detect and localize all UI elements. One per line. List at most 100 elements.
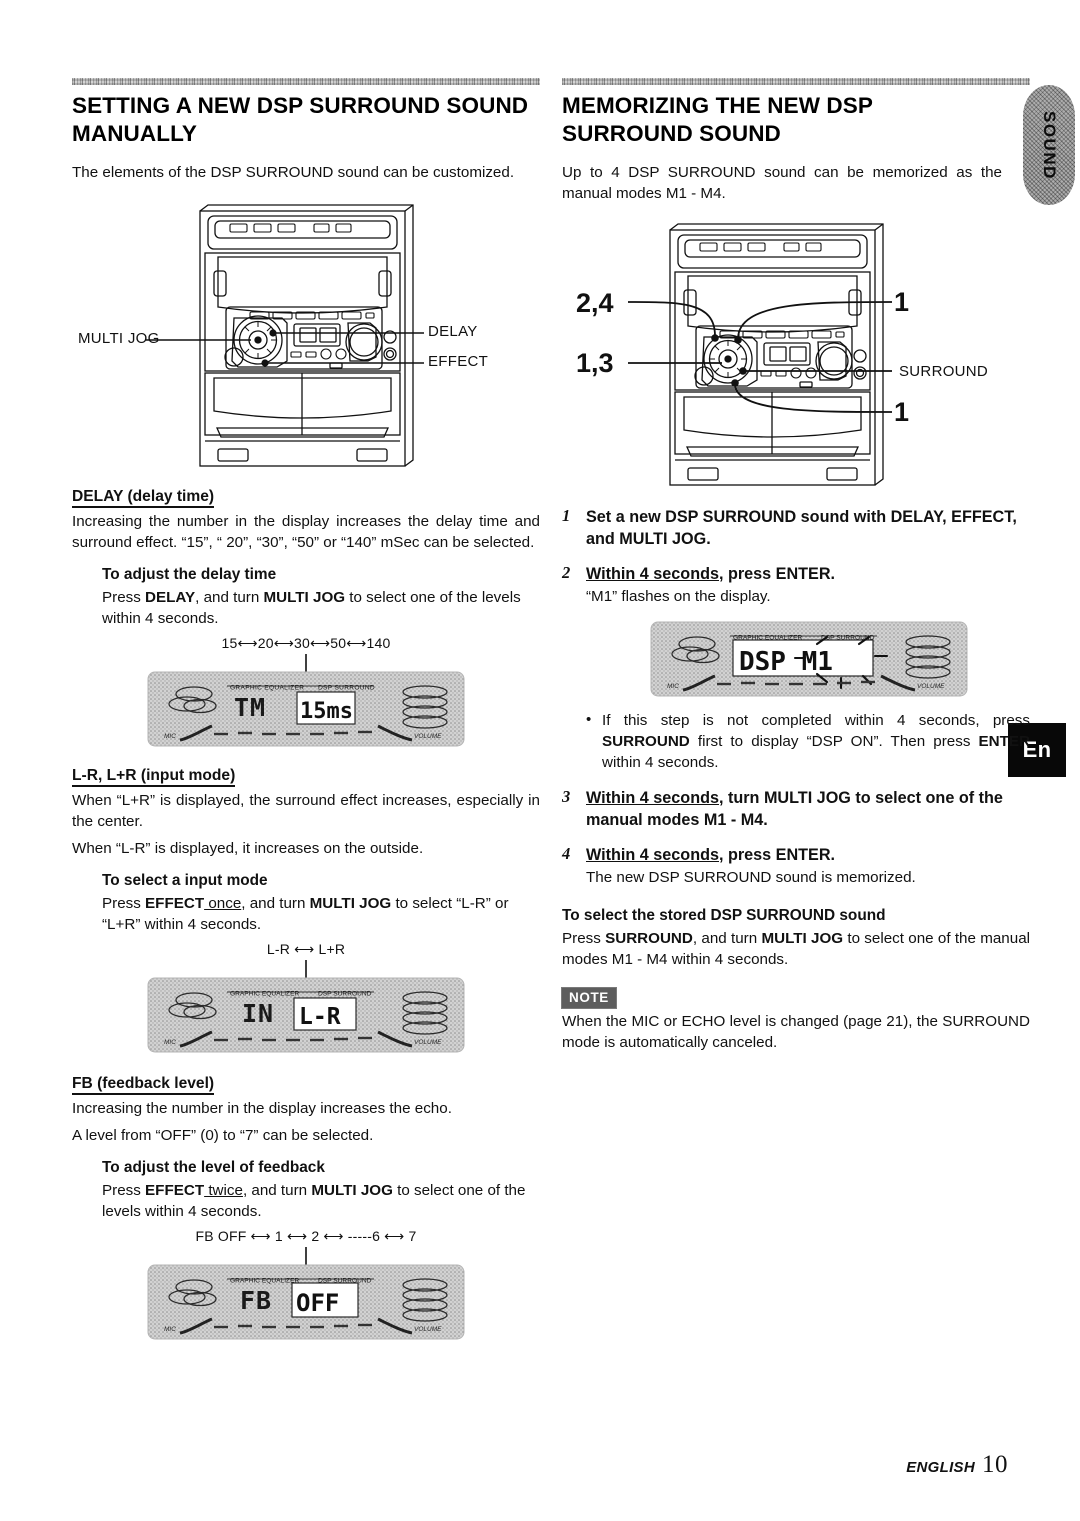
footer-language-label: ENGLISH: [906, 1459, 975, 1476]
t: first to display “DSP ON”. Then press: [689, 733, 979, 750]
t: EFFECT: [145, 895, 205, 912]
svg-text:MIC: MIC: [164, 733, 176, 740]
lcd-display-input-mode: GRAPHIC EQUALIZER DSP SURROUND IN L-R MI…: [147, 960, 465, 1053]
t: Within 4 seconds: [586, 565, 719, 583]
t: Press: [102, 1182, 146, 1199]
callout-multi-jog: MULTI JOG: [78, 330, 160, 347]
t: MULTI JOG: [311, 1182, 393, 1199]
delay-howto: To adjust the delay time Press DELAY, an…: [102, 565, 540, 629]
lcd-display-feedback: GRAPHIC EQUALIZER DSP SURROUND FB OFF MI…: [147, 1247, 465, 1340]
svg-text:GRAPHIC EQUALIZER: GRAPHIC EQUALIZER: [230, 991, 299, 998]
section-rule: [562, 78, 1030, 85]
input-mode-body-2: When “L-R” is displayed, it increases on…: [72, 840, 424, 857]
t: ENTER: [978, 733, 1030, 750]
svg-text:MIC: MIC: [164, 1326, 176, 1333]
callout-effect: EFFECT: [428, 353, 489, 370]
delay-body: Increasing the number in the display inc…: [72, 513, 540, 551]
svg-text:VOLUME: VOLUME: [414, 1326, 442, 1333]
t: Within 4 seconds: [586, 789, 719, 807]
callout-delay: DELAY: [428, 323, 478, 340]
svg-text:15ms: 15ms: [300, 699, 353, 724]
svg-text:MIC: MIC: [164, 1039, 176, 1046]
lcd-figure-input-mode: L-R ⟷ L+R GRAPHIC EQUALIZER DSP SURROUND…: [72, 941, 540, 1056]
note-badge: NOTE: [562, 988, 616, 1008]
step-1-number: 1: [562, 506, 571, 525]
stereo-diagram-left: MULTI JOG DELAY EFFECT: [72, 197, 540, 487]
manual-page: SOUND En SETTING A NEW DSP SURROUND SOUN…: [0, 0, 1080, 1521]
t: Within 4 seconds: [586, 846, 719, 864]
delay-section: DELAY (delay time): [72, 487, 540, 509]
section-tab-label: SOUND: [1040, 110, 1059, 180]
input-mode-sequence-label: L-R ⟷ L+R: [266, 941, 346, 957]
stereo-unit-illustration: [627, 223, 893, 486]
page-title-right: MEMORIZING THE NEW DSP SURROUND SOUND: [562, 93, 873, 146]
lcd-figure-feedback: FB OFF ⟷ 1 ⟷ 2 ⟷ -----6 ⟷ 7 GRAPHIC EQUA…: [72, 1228, 540, 1343]
callout-surround: SURROUND: [899, 363, 989, 380]
svg-text:TM: TM: [234, 693, 266, 722]
callout-step-2-4: 2,4: [576, 288, 614, 318]
step-2-number: 2: [562, 563, 571, 582]
svg-text:DSP M1: DSP M1: [739, 647, 833, 677]
t: within 4 seconds.: [602, 754, 719, 771]
t: If this step is not completed within 4 s…: [602, 712, 1030, 729]
lcd-display-delay: GRAPHIC EQUALIZER DSP SURROUND TM 15ms M…: [147, 654, 465, 747]
section-rule: [72, 78, 540, 85]
t: MULTI JOG: [263, 589, 346, 606]
delay-howto-body: Press DELAY, and turn MULTI JOG to selec…: [102, 587, 540, 629]
svg-text:GRAPHIC EQUALIZER: GRAPHIC EQUALIZER: [230, 685, 304, 692]
step-3-number: 3: [562, 787, 571, 806]
svg-text:DSP SURROUND: DSP SURROUND: [318, 685, 375, 692]
svg-text:VOLUME: VOLUME: [414, 1039, 442, 1046]
input-mode-howto-body: Press EFFECT once, and turn MULTI JOG to…: [102, 893, 540, 935]
t: twice: [204, 1182, 243, 1199]
step-4-number: 4: [562, 844, 571, 863]
input-mode-section: L-R, L+R (input mode): [72, 766, 540, 788]
step-2-sub: “M1” flashes on the display.: [586, 588, 771, 605]
step-4-text: Within 4 seconds, press ENTER.: [586, 844, 1030, 866]
svg-text:IN: IN: [242, 999, 274, 1028]
t: Press: [102, 895, 146, 912]
delay-heading: DELAY (delay time): [72, 487, 215, 508]
step-2-text: Within 4 seconds, press ENTER.: [586, 563, 1030, 585]
t: Press: [102, 589, 146, 606]
feedback-howto-body: Press EFFECT twice, and turn MULTI JOG t…: [102, 1180, 540, 1222]
input-mode-heading: L-R, L+R (input mode): [72, 766, 236, 787]
feedback-howto-title: To adjust the level of feedback: [102, 1159, 325, 1176]
callout-step-1-top: 1: [894, 287, 910, 317]
callout-step-1-bottom: 1: [894, 397, 910, 427]
step-4: 4 Within 4 seconds, press ENTER. The new…: [562, 844, 1030, 888]
t: DELAY: [145, 589, 196, 606]
t: , press ENTER.: [718, 846, 836, 864]
feedback-body-2: A level from “OFF” (0) to “7” can be sel…: [72, 1127, 374, 1144]
svg-text:OFF: OFF: [296, 1289, 339, 1317]
left-column: SETTING A NEW DSP SURROUND SOUND MANUALL…: [72, 78, 540, 1347]
input-mode-howto-title: To select a input mode: [102, 872, 268, 889]
input-mode-body-1: When “L+R” is displayed, the surround ef…: [72, 792, 540, 830]
lcd-display-dsp-m1: GRAPHIC EQUALIZER DSP SURROUND DSP M1 MI…: [650, 621, 968, 697]
svg-text:VOLUME: VOLUME: [917, 683, 945, 690]
right-intro-text: Up to 4 DSP SURROUND sound can be memori…: [562, 164, 1002, 202]
t: , and turn: [242, 1182, 312, 1199]
page-title-left: SETTING A NEW DSP SURROUND SOUND MANUALL…: [72, 93, 529, 146]
lcd-figure-step2: GRAPHIC EQUALIZER DSP SURROUND DSP M1 MI…: [588, 620, 1030, 700]
lcd-figure-delay: 15⟷20⟷30⟷50⟷140 GRAPHIC EQUALIZER DSP SU…: [72, 635, 540, 750]
step-3-text: Within 4 seconds, turn MULTI JOG to sele…: [586, 787, 1030, 831]
feedback-heading: FB (feedback level): [72, 1074, 215, 1095]
section-tab-sound: SOUND: [1023, 85, 1075, 205]
step-3: 3 Within 4 seconds, turn MULTI JOG to se…: [562, 787, 1030, 831]
callout-step-1-3: 1,3: [576, 348, 614, 378]
step-2-note-bullet: If this step is not completed within 4 s…: [580, 709, 1030, 773]
feedback-body-1: Increasing the number in the display inc…: [72, 1100, 452, 1117]
feedback-section: FB (feedback level): [72, 1074, 540, 1096]
delay-howto-title: To adjust the delay time: [102, 566, 277, 583]
t: SURROUND: [602, 733, 690, 750]
footer-page-number: 10: [982, 1451, 1008, 1478]
t: , and turn: [241, 895, 310, 912]
t: EFFECT: [145, 1182, 205, 1199]
t: Press: [562, 930, 606, 947]
t: SURROUND: [605, 930, 693, 947]
stored-sound-title: To select the stored DSP SURROUND sound: [562, 907, 886, 924]
t: once: [204, 895, 242, 912]
svg-text:DSP SURROUND: DSP SURROUND: [318, 991, 372, 998]
svg-text:VOLUME: VOLUME: [414, 733, 442, 740]
